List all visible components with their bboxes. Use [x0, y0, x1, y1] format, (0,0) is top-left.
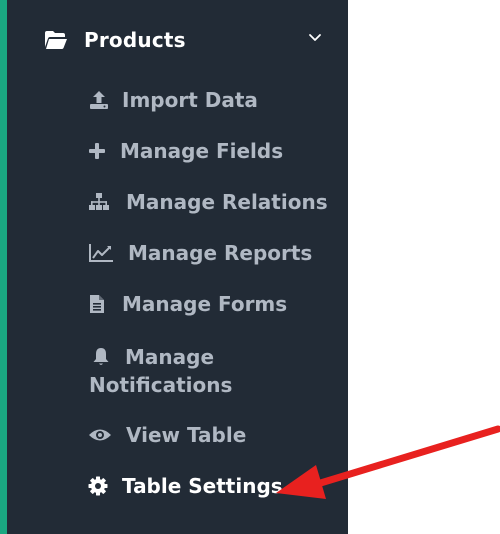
- menu-item-label-line1: Manage: [125, 345, 215, 369]
- bell-icon: [91, 346, 111, 368]
- menu-item-label: View Table: [126, 423, 247, 447]
- upload-icon: [88, 89, 110, 111]
- products-section-header[interactable]: Products: [44, 22, 334, 58]
- menu-item-label: Manage Fields: [120, 139, 284, 163]
- menu-item-label: Manage Forms: [122, 292, 288, 316]
- menu-item-manage-reports[interactable]: Manage Reports: [88, 241, 312, 265]
- menu-item-table-settings[interactable]: Table Settings: [88, 474, 283, 498]
- menu-item-manage-forms[interactable]: Manage Forms: [88, 292, 287, 316]
- page: Products Import Data Manage Fields Manag…: [0, 0, 500, 534]
- menu-item-import-data[interactable]: Import Data: [88, 88, 258, 112]
- menu-item-label-line2: Notifications: [89, 373, 233, 397]
- menu-item-manage-fields[interactable]: Manage Fields: [88, 139, 283, 163]
- annotation-arrow-icon: [276, 425, 500, 499]
- menu-item-label: Table Settings: [122, 474, 283, 498]
- menu-item-label: Import Data: [122, 88, 258, 112]
- line-chart-icon: [88, 242, 114, 264]
- eye-icon: [88, 424, 112, 446]
- plus-icon: [88, 140, 106, 162]
- gear-icon: [88, 475, 108, 497]
- menu-item-manage-relations[interactable]: Manage Relations: [88, 190, 328, 214]
- chevron-down-icon[interactable]: [308, 30, 322, 44]
- menu-item-label: Manage Relations: [126, 190, 328, 214]
- sidebar-accent-bar: [0, 0, 7, 534]
- sitemap-icon: [88, 191, 110, 213]
- menu-item-manage-notifications[interactable]: Manage Notifications: [89, 343, 289, 399]
- menu-item-view-table[interactable]: View Table: [88, 423, 246, 447]
- folder-open-icon: [44, 29, 70, 51]
- section-title: Products: [84, 28, 186, 52]
- file-text-icon: [88, 293, 106, 315]
- menu-item-label: Manage Reports: [128, 241, 313, 265]
